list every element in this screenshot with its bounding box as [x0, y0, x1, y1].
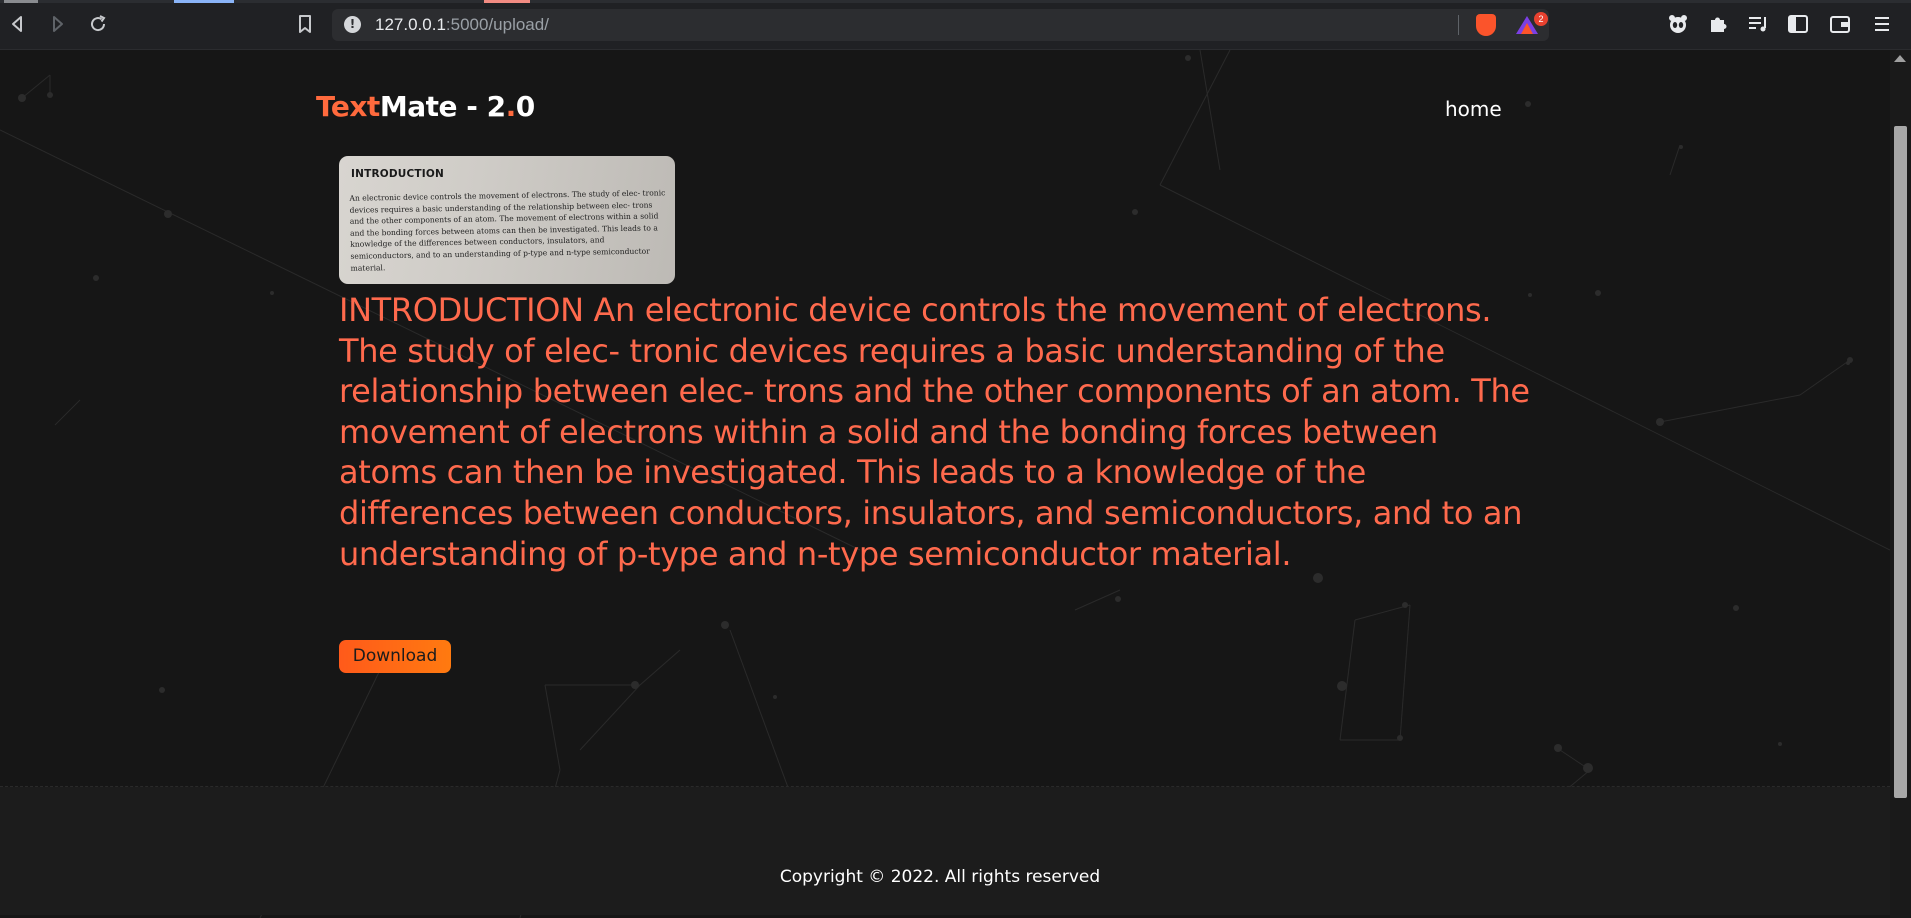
tab-indicator[interactable]	[484, 0, 530, 3]
menu-icon[interactable]	[1870, 12, 1894, 36]
brave-shields-icon[interactable]	[1476, 14, 1496, 36]
nav-home-link[interactable]: home	[1445, 97, 1502, 121]
info-icon[interactable]: !	[344, 16, 361, 33]
brand-part-version: 0	[515, 90, 535, 123]
puzzle-icon[interactable]	[1706, 12, 1730, 36]
forward-arrow-icon[interactable]	[45, 12, 69, 36]
wallet-icon[interactable]	[1828, 12, 1852, 36]
tab-indicator[interactable]	[4, 0, 38, 3]
page-content: TextMate - 2.0 home INTRODUCTION An elec…	[0, 50, 1890, 918]
rewards-badge: 2	[1534, 12, 1548, 26]
url-text[interactable]: 127.0.0.1:5000/upload/	[375, 15, 549, 35]
footer: Copyright © 2022. All rights reserved	[0, 787, 1890, 915]
extracted-text: INTRODUCTION An electronic device contro…	[339, 291, 1530, 573]
thumbnail-body: An electronic device controls the moveme…	[349, 188, 666, 273]
reload-icon[interactable]	[86, 12, 110, 36]
sidebar-icon[interactable]	[1786, 12, 1810, 36]
brand-dot: .	[505, 90, 517, 123]
brand-part-mate: Mate - 2	[379, 90, 506, 123]
uploaded-image-thumbnail: INTRODUCTION An electronic device contro…	[339, 156, 675, 284]
bookmark-icon[interactable]	[293, 12, 317, 36]
url-separator	[1458, 15, 1459, 35]
back-arrow-icon[interactable]	[6, 12, 30, 36]
address-bar[interactable]: ! 127.0.0.1:5000/upload/ 2	[332, 9, 1549, 41]
scroll-up-arrow-icon[interactable]	[1894, 55, 1906, 62]
playlist-icon[interactable]	[1746, 12, 1770, 36]
scrollbar-thumb[interactable]	[1894, 126, 1907, 798]
tab-indicator-active[interactable]	[174, 0, 234, 3]
url-host: 127.0.0.1	[375, 15, 446, 34]
download-button[interactable]: Download	[339, 640, 451, 673]
thumbnail-title: INTRODUCTION	[351, 168, 444, 180]
panda-extension-icon[interactable]	[1666, 12, 1690, 36]
url-path: :5000/upload/	[445, 15, 549, 34]
browser-toolbar: ! 127.0.0.1:5000/upload/ 2	[0, 0, 1911, 50]
copyright-text: Copyright © 2022. All rights reserved	[779, 867, 1101, 887]
tab-strip	[0, 0, 1911, 3]
brand-part-text: Text	[316, 90, 380, 123]
brand-logo[interactable]: TextMate - 2.0	[316, 90, 535, 123]
